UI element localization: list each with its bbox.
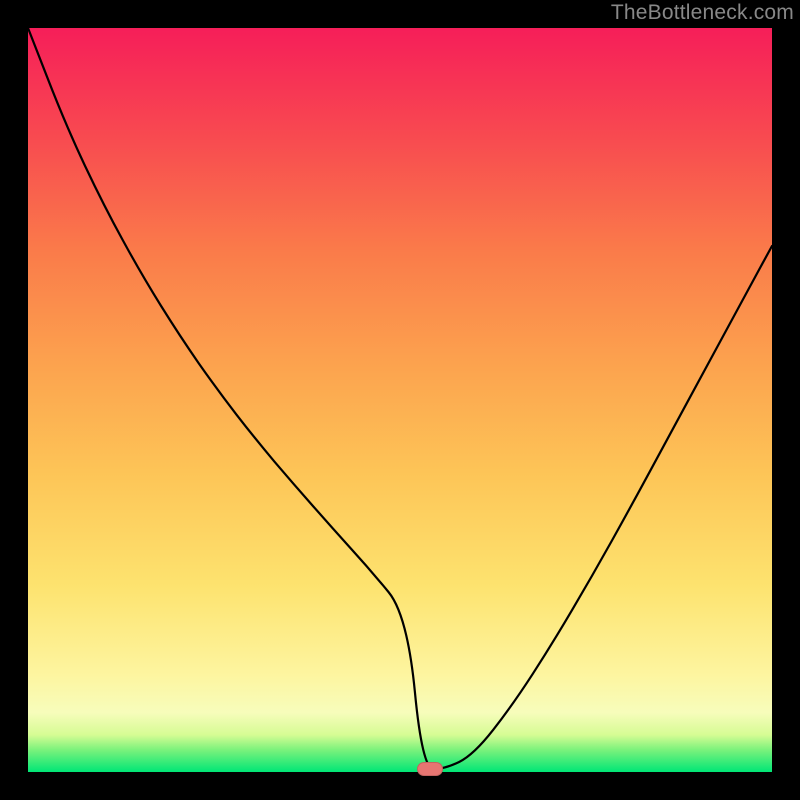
chart-frame: TheBottleneck.com — [0, 0, 800, 800]
watermark-text: TheBottleneck.com — [611, 1, 794, 25]
bottleneck-curve — [28, 28, 772, 772]
minimum-marker — [417, 762, 443, 776]
plot-area — [28, 28, 772, 772]
